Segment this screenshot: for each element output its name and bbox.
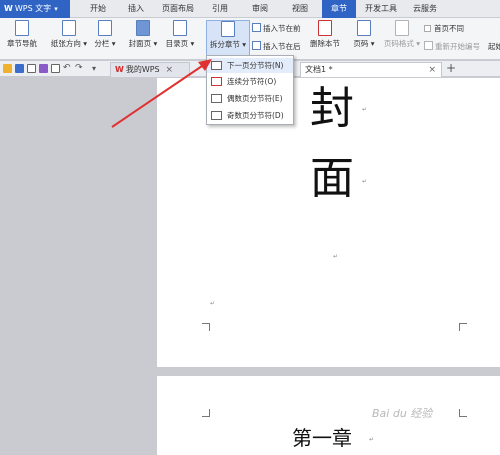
arrow-line	[111, 63, 206, 128]
annotation-arrow	[111, 59, 212, 128]
arrow-head	[198, 59, 212, 71]
watermark: Bai du 经验	[372, 407, 433, 420]
